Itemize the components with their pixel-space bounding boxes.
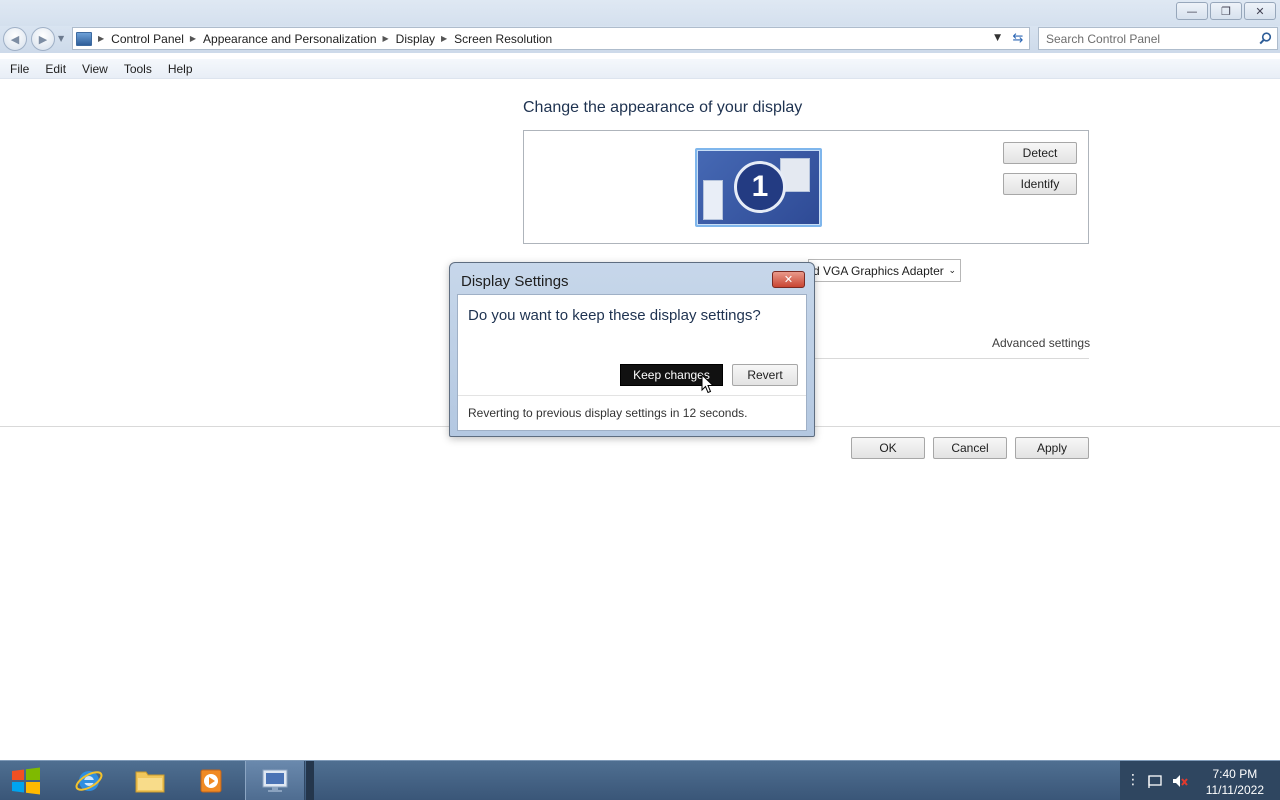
- taskbar-internet-explorer[interactable]: [59, 761, 119, 800]
- dialog-close-button[interactable]: ✕: [772, 271, 805, 288]
- address-dropdown-icon[interactable]: ▼: [994, 33, 1001, 43]
- restore-icon: ❐: [1221, 4, 1231, 18]
- window-controls: — ❐ ✕: [1176, 2, 1276, 20]
- monitor-1-thumbnail[interactable]: 1: [695, 148, 822, 227]
- search-input[interactable]: Search Control Panel: [1038, 27, 1278, 50]
- dialog-title: Display Settings: [461, 273, 569, 290]
- taskbar-file-explorer[interactable]: [120, 761, 180, 800]
- clock-time: 7:40 PM: [1212, 767, 1258, 781]
- forward-arrow-icon: ▶: [38, 32, 48, 46]
- menu-help[interactable]: Help: [162, 62, 199, 76]
- breadcrumb-separator-icon[interactable]: ▶: [441, 34, 447, 43]
- volume-muted-icon[interactable]: [1171, 773, 1189, 789]
- refresh-button[interactable]: ⇆: [1008, 29, 1028, 47]
- menu-bar: File Edit View Tools Help: [0, 59, 1280, 79]
- display-adapter-value: d VGA Graphics Adapter: [813, 263, 944, 278]
- minimize-button[interactable]: —: [1176, 2, 1208, 20]
- advanced-settings-link[interactable]: Advanced settings: [992, 336, 1090, 350]
- breadcrumb-separator-icon[interactable]: ▶: [383, 34, 389, 43]
- ok-button[interactable]: OK: [851, 437, 925, 459]
- breadcrumb-appearance[interactable]: Appearance and Personalization: [203, 32, 376, 46]
- taskbar-clock[interactable]: 7:40 PM 11/11/2022: [1206, 766, 1264, 798]
- show-hidden-icons-icon[interactable]: ⋮: [1126, 772, 1140, 788]
- minimize-icon: —: [1186, 4, 1198, 18]
- apply-button[interactable]: Apply: [1015, 437, 1089, 459]
- forward-button[interactable]: ▶: [31, 27, 55, 51]
- menu-view[interactable]: View: [76, 62, 114, 76]
- address-bar[interactable]: ▶ Control Panel ▶ Appearance and Persona…: [72, 27, 1030, 50]
- cancel-button[interactable]: Cancel: [933, 437, 1007, 459]
- windows-logo-icon: [12, 767, 40, 795]
- taskbar-media-player[interactable]: [181, 761, 241, 800]
- navigation-bar: ◀ ▶ ▼ ▶ Control Panel ▶ Appearance and P…: [0, 26, 1280, 53]
- breadcrumb-screen-resolution[interactable]: Screen Resolution: [454, 32, 552, 46]
- clock-date: 11/11/2022: [1205, 783, 1264, 797]
- search-icon[interactable]: [1259, 32, 1272, 45]
- folder-icon: [135, 771, 165, 793]
- taskbar: ⋮ 7:40 PM 11/11/2022: [0, 760, 1280, 800]
- menu-edit[interactable]: Edit: [39, 62, 72, 76]
- internet-explorer-icon: [75, 771, 103, 791]
- close-window-button[interactable]: ✕: [1244, 2, 1276, 20]
- display-adapter-select[interactable]: d VGA Graphics Adapter ⌄: [808, 259, 961, 282]
- back-arrow-icon: ◀: [10, 32, 20, 46]
- identify-button[interactable]: Identify: [1003, 173, 1077, 195]
- dialog-question: Do you want to keep these display settin…: [468, 307, 761, 324]
- divider: [812, 358, 1089, 359]
- taskbar-separator: [306, 761, 314, 800]
- start-button[interactable]: [0, 761, 52, 800]
- window-titlebar: — ❐ ✕: [0, 0, 1280, 26]
- monitor-window-graphic: [703, 180, 723, 220]
- monitor-arrangement-panel: 1 Detect Identify: [523, 130, 1089, 244]
- dialog-body: Do you want to keep these display settin…: [457, 294, 807, 431]
- taskbar-control-panel[interactable]: [245, 761, 305, 800]
- search-placeholder: Search Control Panel: [1046, 31, 1161, 46]
- system-tray: ⋮ 7:40 PM 11/11/2022: [1120, 761, 1280, 800]
- monitor-number-badge: 1: [734, 161, 786, 213]
- restore-button[interactable]: ❐: [1210, 2, 1242, 20]
- breadcrumb-display[interactable]: Display: [396, 32, 435, 46]
- back-button[interactable]: ◀: [3, 27, 27, 51]
- detect-button[interactable]: Detect: [1003, 142, 1077, 164]
- chevron-down-icon: ⌄: [948, 265, 956, 275]
- history-dropdown-icon[interactable]: ▼: [58, 34, 64, 43]
- control-panel-icon: [76, 31, 92, 46]
- revert-button[interactable]: Revert: [732, 364, 798, 386]
- close-icon: ✕: [783, 273, 794, 286]
- breadcrumb-separator-icon[interactable]: ▶: [98, 34, 104, 43]
- breadcrumb-control-panel[interactable]: Control Panel: [111, 32, 184, 46]
- menu-file[interactable]: File: [4, 62, 35, 76]
- page-title: Change the appearance of your display: [523, 99, 803, 116]
- divider: [458, 395, 806, 396]
- mouse-cursor-icon: [701, 374, 715, 394]
- breadcrumb-separator-icon[interactable]: ▶: [190, 34, 196, 43]
- close-icon: ✕: [1255, 4, 1265, 18]
- display-settings-dialog: Display Settings ✕ Do you want to keep t…: [449, 262, 815, 437]
- menu-tools[interactable]: Tools: [118, 62, 158, 76]
- action-center-flag-icon[interactable]: [1147, 773, 1163, 789]
- refresh-icon: ⇆: [1012, 30, 1024, 46]
- revert-countdown-text: Reverting to previous display settings i…: [468, 406, 748, 420]
- display-settings-icon: [262, 769, 288, 792]
- media-player-icon: [200, 769, 222, 793]
